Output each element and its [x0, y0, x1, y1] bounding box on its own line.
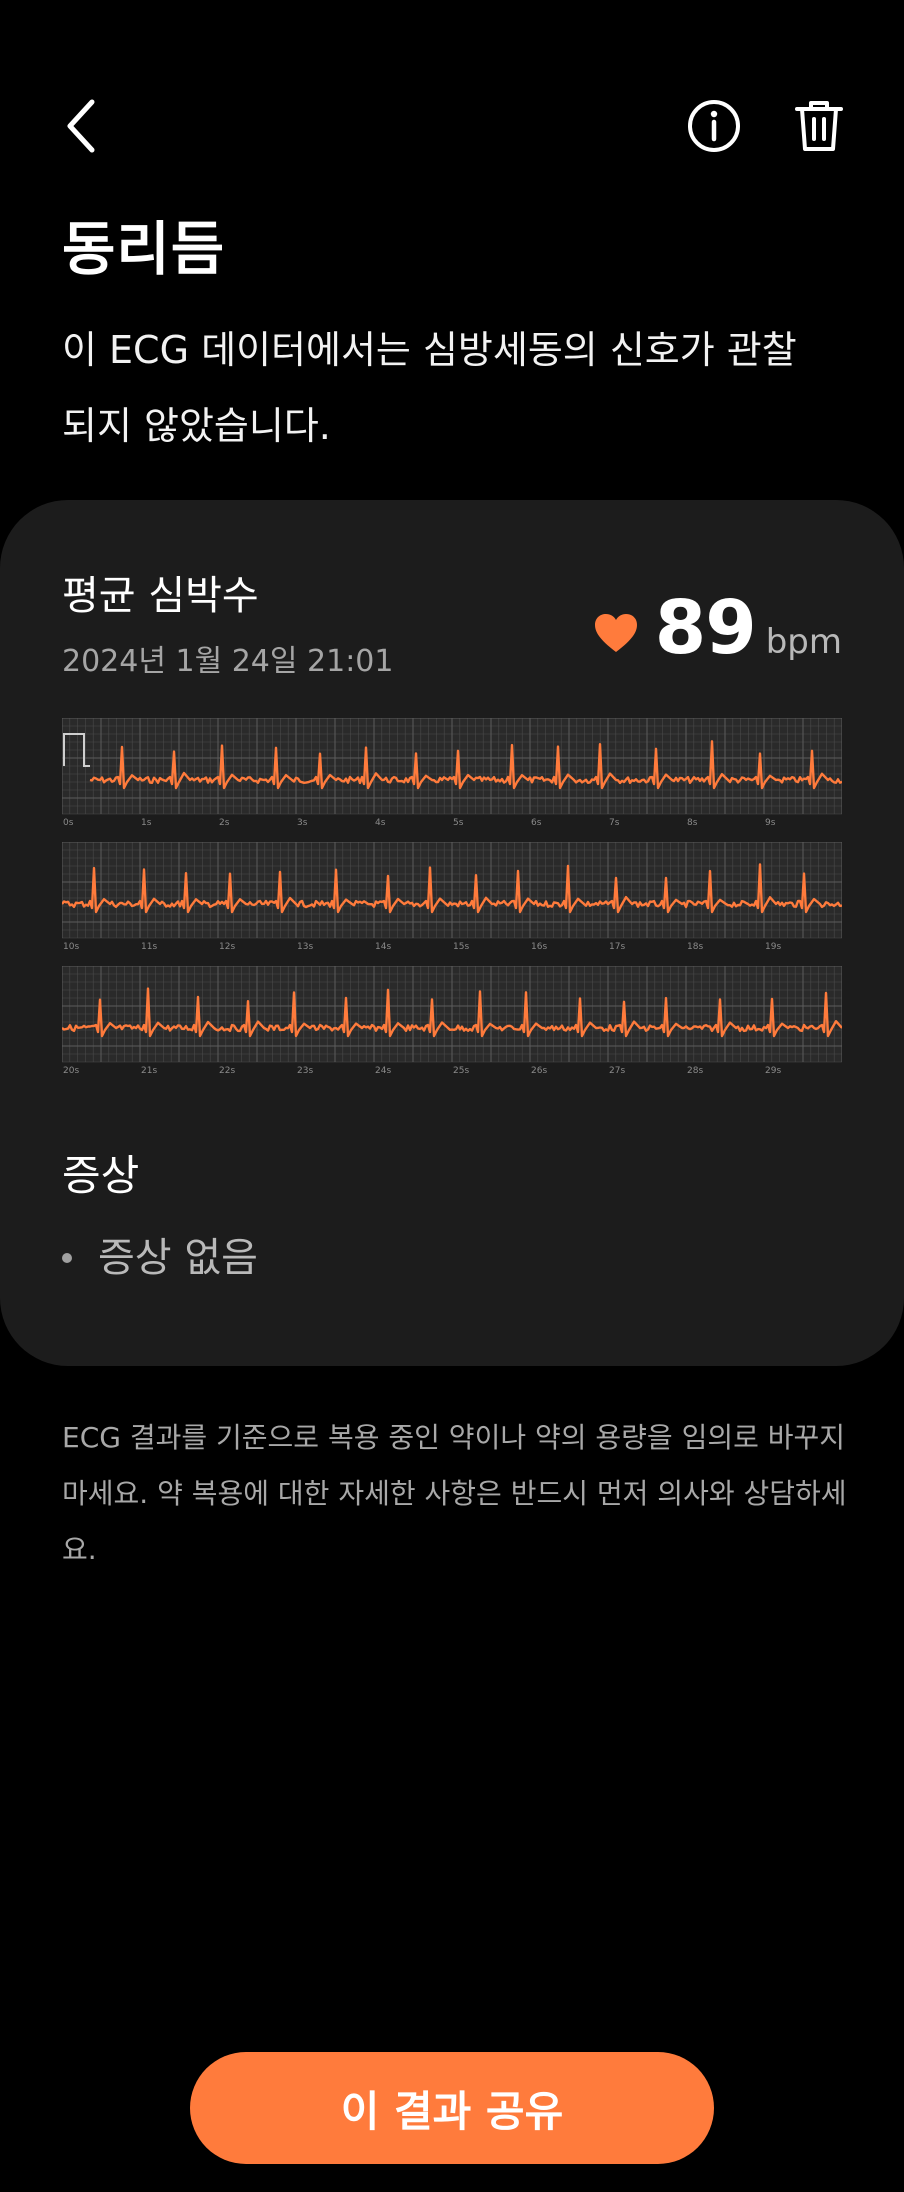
- ecg-time-tick: 3s: [297, 818, 308, 828]
- ecg-time-tick: 27s: [609, 1066, 625, 1076]
- ecg-time-tick: 11s: [141, 942, 157, 952]
- ecg-time-tick: 4s: [375, 818, 386, 828]
- ecg-time-tick: 19s: [765, 942, 781, 952]
- ecg-time-tick: 29s: [765, 1066, 781, 1076]
- heart-rate-value: 89: [654, 585, 757, 671]
- ecg-time-tick: 25s: [453, 1066, 469, 1076]
- ecg-time-tick: 5s: [453, 818, 464, 828]
- symptom-list-item: 증상 없음: [62, 1230, 258, 1286]
- average-heart-rate-label: 평균 심박수: [62, 573, 259, 619]
- symptoms-title: 증상: [62, 1151, 140, 1200]
- ecg-time-tick: 28s: [687, 1066, 703, 1076]
- delete-button[interactable]: [771, 78, 867, 174]
- top-app-bar: [0, 0, 904, 250]
- ecg-time-tick: 10s: [63, 942, 79, 952]
- info-button[interactable]: [666, 78, 762, 174]
- bullet-icon: [62, 1253, 72, 1263]
- heart-rate-readout: 89 bpm: [593, 580, 842, 676]
- ecg-strip-3: 20s 21s 22s 23s 24s 25s 26s 27s 28s 29s: [62, 966, 842, 1076]
- ecg-time-tick: 1s: [141, 818, 152, 828]
- ecg-strip-1: 0s 1s 2s 3s 4s 5s 6s 7s 8s 9s: [62, 718, 842, 828]
- ecg-time-tick: 9s: [765, 818, 776, 828]
- ecg-time-tick: 18s: [687, 942, 703, 952]
- heart-icon: [594, 614, 637, 652]
- ecg-strip-2: 10s 11s 12s 13s 14s 15s 16s 17s 18s 19s: [62, 842, 842, 952]
- ecg-time-tick: 26s: [531, 1066, 547, 1076]
- ecg-time-tick: 15s: [453, 942, 469, 952]
- ecg-time-tick: 24s: [375, 1066, 391, 1076]
- result-title: 동리듬: [62, 215, 226, 283]
- ecg-time-tick: 17s: [609, 942, 625, 952]
- trash-icon: [795, 101, 843, 151]
- ecg-time-tick: 14s: [375, 942, 391, 952]
- info-circle-icon: [688, 100, 740, 152]
- ecg-time-tick: 2s: [219, 818, 230, 828]
- ecg-time-tick: 21s: [141, 1066, 157, 1076]
- heart-rate-unit: bpm: [765, 622, 842, 662]
- chevron-left-icon: [67, 99, 95, 153]
- ecg-time-tick: 7s: [609, 818, 620, 828]
- ecg-time-tick: 13s: [297, 942, 313, 952]
- ecg-time-tick: 0s: [63, 818, 74, 828]
- ecg-time-tick: 22s: [219, 1066, 235, 1076]
- back-button[interactable]: [34, 78, 130, 174]
- ecg-time-tick: 6s: [531, 818, 542, 828]
- ecg-time-tick: 16s: [531, 942, 547, 952]
- result-description: 이 ECG 데이터에서는 심방세동의 신호가 관찰되지 않았습니다.: [62, 328, 797, 448]
- ecg-time-tick: 20s: [63, 1066, 79, 1076]
- share-result-button[interactable]: 이 결과 공유: [190, 2052, 714, 2164]
- symptom-text: 증상 없음: [98, 1235, 258, 1281]
- ecg-time-tick: 23s: [297, 1066, 313, 1076]
- medical-disclaimer: ECG 결과를 기준으로 복용 중인 약이나 약의 용량을 임의로 바꾸지 마세…: [62, 1421, 847, 1566]
- ecg-time-tick: 12s: [219, 942, 235, 952]
- measurement-date: 2024년 1월 24일 21:01: [62, 644, 394, 679]
- ecg-time-tick: 8s: [687, 818, 698, 828]
